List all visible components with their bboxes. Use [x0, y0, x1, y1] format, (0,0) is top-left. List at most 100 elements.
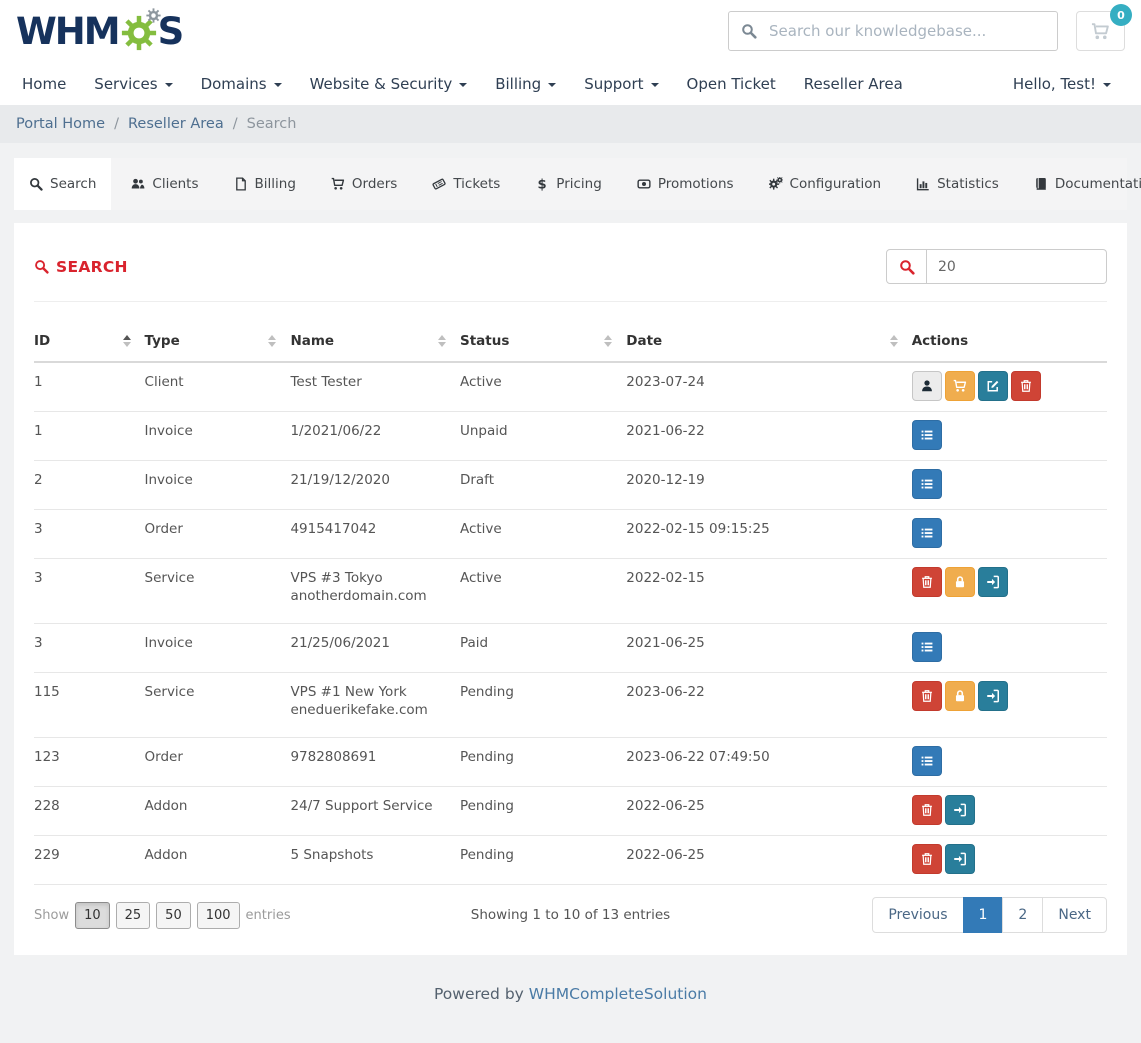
view-order-button[interactable]	[912, 518, 942, 548]
tab-clients[interactable]: Clients	[116, 158, 213, 210]
chevron-down-icon	[548, 83, 556, 87]
column-header-name[interactable]: Name	[290, 324, 460, 362]
edit-client-button[interactable]	[978, 371, 1008, 401]
column-header-id[interactable]: ID	[34, 324, 145, 362]
cell-name: 1/2021/06/22	[290, 412, 460, 461]
cell-type: Order	[145, 738, 291, 787]
delete-service-button[interactable]	[912, 681, 942, 711]
cell-type: Invoice	[145, 461, 291, 510]
view-invoice-button[interactable]	[912, 420, 942, 450]
breadcrumb-item-reseller-area[interactable]: Reseller Area	[128, 116, 224, 132]
tab-billing[interactable]: Billing	[219, 158, 311, 210]
tab-tickets[interactable]: Tickets	[417, 158, 515, 210]
cell-type: Service	[145, 673, 291, 738]
cell-actions	[912, 362, 1107, 412]
login-addon-button[interactable]	[945, 844, 975, 874]
delete-addon-button[interactable]	[912, 795, 942, 825]
whmcs-brand-link[interactable]: WHMCompleteSolution	[529, 985, 707, 1003]
suspend-service-button[interactable]	[945, 681, 975, 711]
tab-configuration[interactable]: Configuration	[754, 158, 897, 210]
filter-search-button[interactable]	[886, 249, 927, 284]
nav-item-home[interactable]: Home	[16, 62, 80, 105]
nav-item-website-security[interactable]: Website & Security	[296, 62, 482, 105]
page-size-button-25[interactable]: 25	[116, 902, 151, 929]
table-row: 3Order4915417042Active2022-02-15 09:15:2…	[34, 510, 1107, 559]
user-menu[interactable]: Hello, Test!	[999, 62, 1125, 105]
chevron-down-icon	[459, 83, 467, 87]
list-icon	[920, 754, 934, 768]
nav-item-billing[interactable]: Billing	[481, 62, 570, 105]
page-size-button-10[interactable]: 10	[75, 902, 110, 929]
pagination-previous[interactable]: Previous	[872, 897, 963, 933]
whmcs-logo[interactable]: WHM	[16, 13, 182, 50]
delete-addon-button[interactable]	[912, 844, 942, 874]
svg-text:$: $	[538, 177, 547, 191]
client-profile-button[interactable]	[912, 371, 942, 401]
show-label: Show	[34, 908, 69, 923]
search-icon	[29, 177, 43, 191]
search-results-table: IDTypeNameStatusDateActions 1ClientTest …	[34, 324, 1107, 885]
pagination-1[interactable]: 1	[963, 897, 1004, 933]
panel-title: SEARCH	[34, 258, 128, 276]
login-icon	[986, 689, 1000, 703]
cell-actions	[912, 412, 1107, 461]
cell-id: 3	[34, 624, 145, 673]
cell-date: 2022-06-25	[626, 787, 911, 836]
sort-arrows-icon[interactable]	[890, 335, 898, 347]
nav-item-support[interactable]: Support	[570, 62, 672, 105]
view-invoice-button[interactable]	[912, 632, 942, 662]
cell-type: Addon	[145, 787, 291, 836]
search-icon	[741, 23, 757, 39]
cell-id: 2	[34, 461, 145, 510]
tab-promotions[interactable]: Promotions	[622, 158, 749, 210]
table-row: 229Addon5 SnapshotsPending2022-06-25	[34, 836, 1107, 885]
cell-date: 2023-06-22	[626, 673, 911, 738]
sort-arrows-icon[interactable]	[604, 335, 612, 347]
view-order-button[interactable]	[912, 746, 942, 776]
column-header-date[interactable]: Date	[626, 324, 911, 362]
login-service-button[interactable]	[978, 567, 1008, 597]
view-invoice-button[interactable]	[912, 469, 942, 499]
knowledgebase-search-input[interactable]	[728, 11, 1058, 51]
client-orders-button[interactable]	[945, 371, 975, 401]
cell-name: 9782808691	[290, 738, 460, 787]
login-addon-button[interactable]	[945, 795, 975, 825]
cell-date: 2021-06-25	[626, 624, 911, 673]
sort-arrows-icon[interactable]	[268, 335, 276, 347]
delete-client-button[interactable]	[1011, 371, 1041, 401]
tab-statistics[interactable]: Statistics	[901, 158, 1014, 210]
breadcrumb-item-portal-home[interactable]: Portal Home	[16, 116, 105, 132]
cart-button[interactable]: 0	[1076, 11, 1125, 51]
cell-actions	[912, 510, 1107, 559]
column-header-status[interactable]: Status	[460, 324, 626, 362]
pagination-2[interactable]: 2	[1002, 897, 1043, 933]
delete-service-button[interactable]	[912, 567, 942, 597]
tab-search[interactable]: Search	[14, 158, 111, 210]
filter-input[interactable]	[927, 249, 1107, 284]
cell-type: Invoice	[145, 412, 291, 461]
sort-arrows-icon[interactable]	[438, 335, 446, 347]
column-header-type[interactable]: Type	[145, 324, 291, 362]
login-service-button[interactable]	[978, 681, 1008, 711]
trash-icon	[920, 689, 934, 703]
cell-date: 2020-12-19	[626, 461, 911, 510]
tab-pricing[interactable]: $Pricing	[520, 158, 617, 210]
sort-arrows-icon[interactable]	[123, 335, 131, 347]
cell-date: 2022-02-15	[626, 559, 911, 624]
pagination-next[interactable]: Next	[1042, 897, 1107, 933]
suspend-service-button[interactable]	[945, 567, 975, 597]
tab-documentation[interactable]: Documentation	[1019, 158, 1141, 210]
nav-item-open-ticket[interactable]: Open Ticket	[673, 62, 790, 105]
logo-gear-icon	[121, 15, 157, 51]
showing-entries-text: Showing 1 to 10 of 13 entries	[388, 907, 753, 923]
cell-actions	[912, 738, 1107, 787]
nav-item-reseller-area[interactable]: Reseller Area	[790, 62, 917, 105]
search-icon	[34, 259, 49, 274]
tab-orders[interactable]: Orders	[316, 158, 412, 210]
login-icon	[986, 575, 1000, 589]
page-size-button-50[interactable]: 50	[156, 902, 191, 929]
nav-item-domains[interactable]: Domains	[187, 62, 296, 105]
cell-type: Addon	[145, 836, 291, 885]
nav-item-services[interactable]: Services	[80, 62, 186, 105]
page-size-button-100[interactable]: 100	[197, 902, 240, 929]
